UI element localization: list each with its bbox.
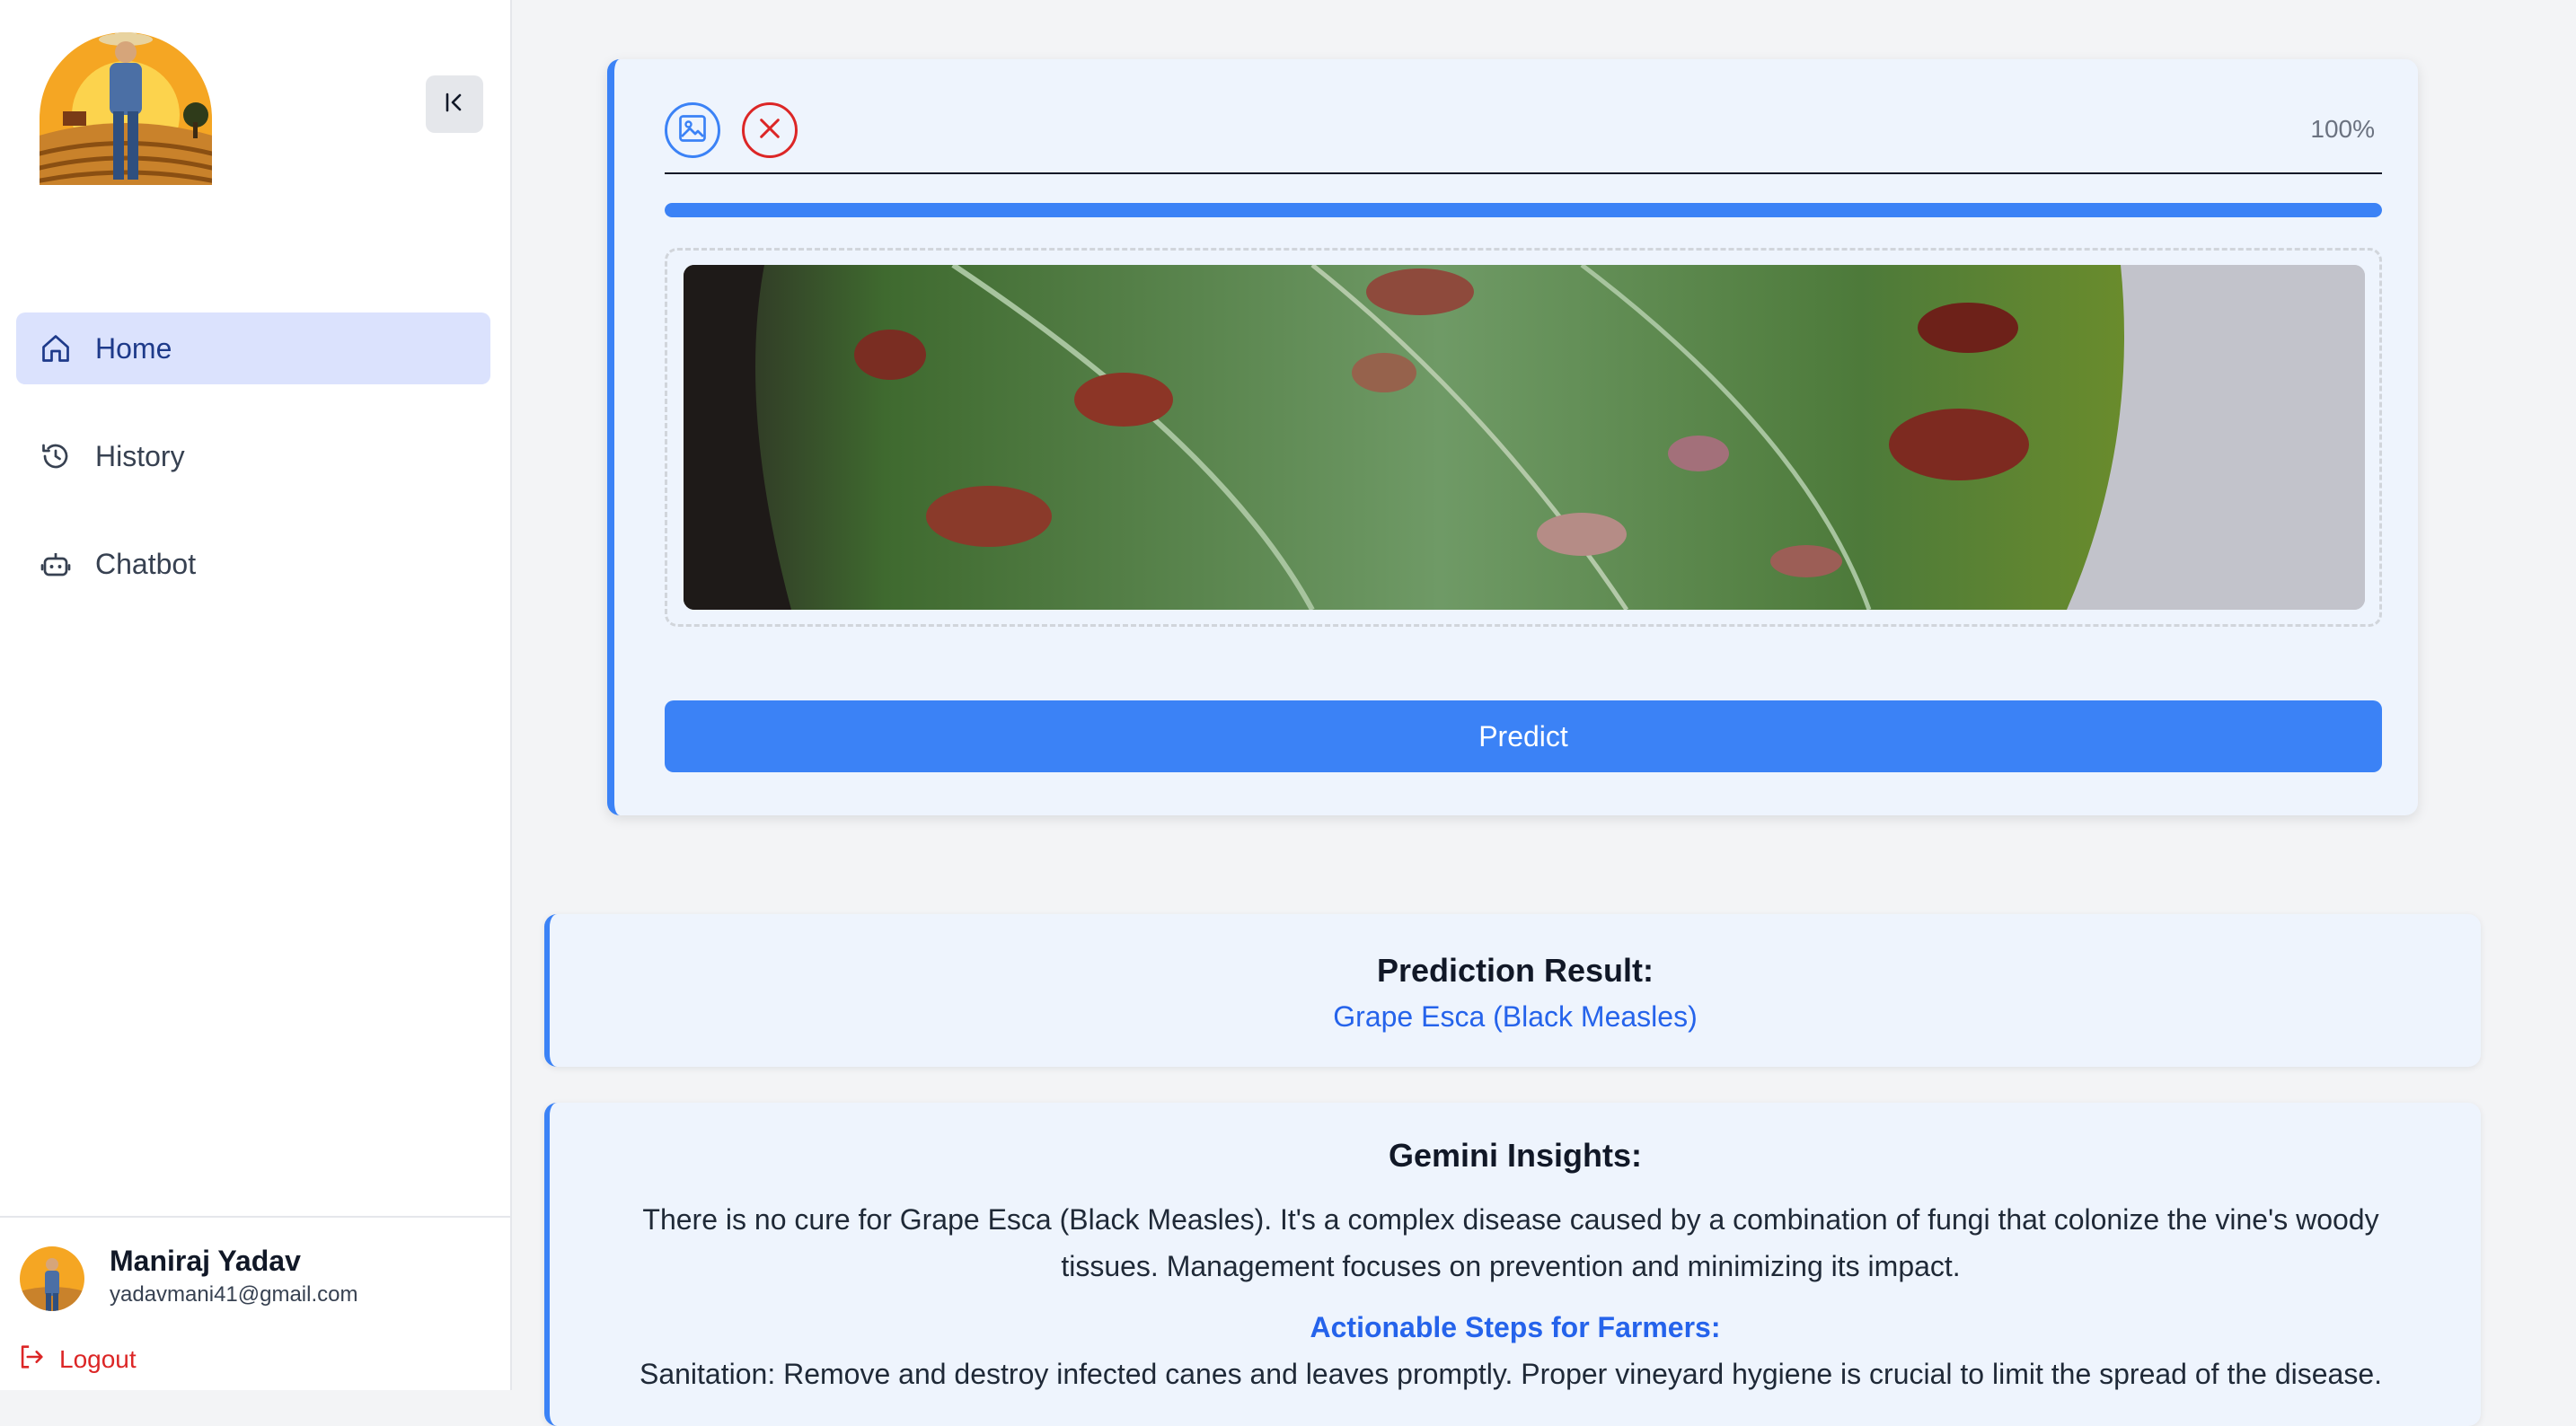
- sidebar: Home History Chatbot Maniraj Yadav yadav…: [0, 0, 512, 1390]
- gemini-insights-card: Gemini Insights: There is no cure for Gr…: [544, 1103, 2481, 1426]
- prediction-result-card: Prediction Result: Grape Esca (Black Mea…: [544, 914, 2481, 1067]
- sidebar-item-chatbot[interactable]: Chatbot: [16, 528, 490, 600]
- insights-body: There is no cure for Grape Esca (Black M…: [642, 1203, 2379, 1282]
- logout-button[interactable]: Logout: [16, 1342, 137, 1377]
- app-logo: [36, 29, 216, 185]
- sidebar-item-history[interactable]: History: [16, 420, 490, 492]
- collapse-left-icon: [443, 91, 466, 119]
- history-icon: [38, 438, 74, 474]
- steps-title: Actionable Steps for Farmers:: [1310, 1311, 1721, 1343]
- home-icon: [38, 330, 74, 366]
- sidebar-item-label: Chatbot: [95, 547, 197, 580]
- avatar[interactable]: [20, 1246, 84, 1311]
- clear-image-button[interactable]: [742, 102, 798, 158]
- divider: [665, 172, 2382, 174]
- logout-label: Logout: [59, 1344, 137, 1373]
- predict-button[interactable]: Predict: [665, 700, 2382, 772]
- user-name: Maniraj Yadav: [110, 1245, 301, 1277]
- insights-title: Gemini Insights:: [1388, 1137, 1643, 1174]
- close-icon: [755, 114, 784, 147]
- sidebar-item-label: History: [95, 439, 185, 472]
- upload-progress-fill: [665, 203, 2382, 217]
- prediction-result-value: Grape Esca (Black Measles): [1333, 1000, 1698, 1033]
- image-icon: [676, 112, 709, 149]
- select-image-button[interactable]: [665, 102, 720, 158]
- upload-progress-text: 100%: [2310, 115, 2375, 143]
- bot-icon: [38, 546, 74, 582]
- steps-first-item: Sanitation: Remove and destroy infected …: [639, 1358, 2382, 1390]
- sidebar-item-label: Home: [95, 331, 172, 365]
- image-dropzone[interactable]: [665, 248, 2382, 627]
- sidebar-item-home[interactable]: Home: [16, 312, 490, 384]
- prediction-result-title: Prediction Result:: [1376, 952, 1654, 989]
- sidebar-nav: Home History Chatbot: [16, 312, 490, 636]
- logout-icon: [16, 1342, 47, 1377]
- leaf-image-preview: [684, 265, 2365, 610]
- upload-card: 100% Predict: [607, 59, 2418, 815]
- upload-progress-bar: [665, 203, 2382, 217]
- collapse-sidebar-button[interactable]: [426, 75, 483, 133]
- user-email: yadavmani41@gmail.com: [110, 1282, 358, 1307]
- user-profile: Maniraj Yadav yadavmani41@gmail.com Logo…: [0, 1216, 512, 1390]
